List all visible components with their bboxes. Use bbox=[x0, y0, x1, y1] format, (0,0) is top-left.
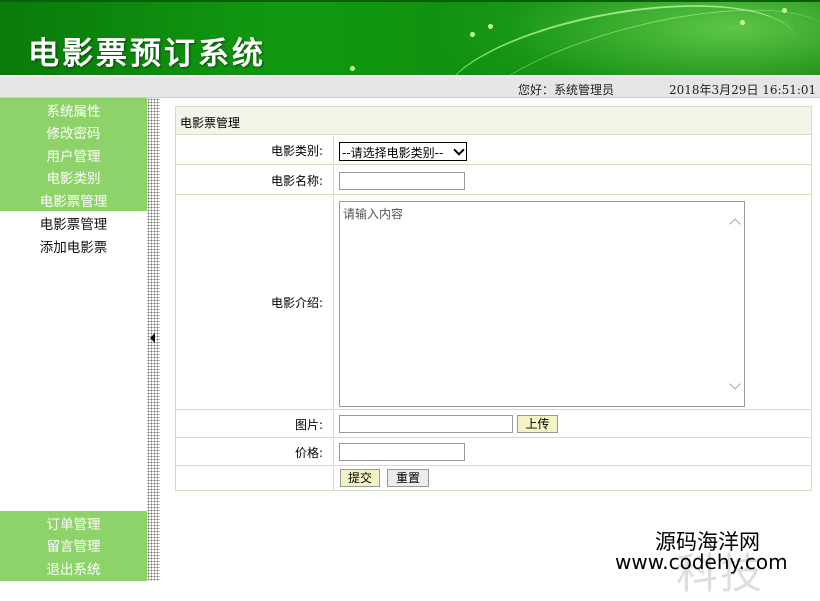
image-label: 图片: bbox=[176, 411, 334, 437]
price-input[interactable] bbox=[339, 443, 465, 461]
app-title: 电影票预订系统 bbox=[28, 36, 266, 72]
form-row-category: 电影类别: --请选择电影类别-- bbox=[176, 136, 811, 165]
scroll-down-icon[interactable] bbox=[729, 378, 741, 390]
header-sparkle-icon bbox=[350, 66, 355, 71]
sidebar-subitem-ticket-management[interactable]: 电影票管理 bbox=[0, 213, 147, 233]
form-row-image: 图片: 上传 bbox=[176, 411, 811, 438]
sidebar-item-ticket-management[interactable]: 电影票管理 bbox=[0, 190, 147, 210]
scroll-up-icon[interactable] bbox=[729, 218, 741, 230]
current-datetime: 2018年3月29日 16:51:01 bbox=[669, 83, 817, 97]
sidebar-item-order-management[interactable]: 订单管理 bbox=[0, 513, 147, 533]
form-row-actions: 提交 重置 bbox=[176, 467, 811, 491]
category-select[interactable]: --请选择电影类别-- bbox=[339, 142, 467, 161]
sidebar-item-change-password[interactable]: 修改密码 bbox=[0, 122, 147, 142]
watermark-site-url: www.codehy.com bbox=[615, 550, 788, 574]
name-input[interactable] bbox=[339, 172, 465, 190]
intro-placeholder: 请输入内容 bbox=[343, 207, 404, 221]
form-row-price: 价格: bbox=[176, 439, 811, 466]
sidebar-subitem-add-ticket[interactable]: 添加电影票 bbox=[0, 236, 147, 256]
form-row-name: 电影名称: bbox=[176, 166, 811, 195]
sidebar-item-logout[interactable]: 退出系统 bbox=[0, 558, 147, 578]
category-label: 电影类别: bbox=[176, 136, 334, 164]
category-select-value: --请选择电影类别-- bbox=[342, 146, 444, 160]
image-path-input[interactable] bbox=[339, 415, 513, 433]
intro-label: 电影介绍: bbox=[176, 196, 334, 409]
header-sparkle-icon bbox=[470, 32, 475, 37]
sidebar-item-system-properties[interactable]: 系统属性 bbox=[0, 100, 147, 120]
intro-textarea[interactable]: 请输入内容 bbox=[339, 201, 745, 407]
ticket-form-panel: 电影票管理 电影类别: --请选择电影类别-- 电影名称: 电影介绍: 请输入内… bbox=[175, 106, 812, 491]
info-bar: 您好：系统管理员 2018年3月29日 16:51:01 bbox=[0, 77, 820, 98]
form-row-intro: 电影介绍: 请输入内容 bbox=[176, 196, 811, 410]
sidebar-top-menu: 系统属性 修改密码 用户管理 电影类别 电影票管理 bbox=[0, 98, 147, 211]
app-header: 电影票预订系统 bbox=[0, 0, 820, 75]
chevron-down-icon bbox=[453, 144, 465, 156]
submit-button[interactable]: 提交 bbox=[340, 469, 380, 487]
header-sparkle-icon bbox=[740, 20, 745, 25]
collapse-arrow-icon[interactable] bbox=[150, 333, 155, 343]
panel-title: 电影票管理 bbox=[176, 107, 811, 135]
actions-label-cell bbox=[176, 467, 334, 491]
sidebar-item-user-management[interactable]: 用户管理 bbox=[0, 145, 147, 165]
reset-button[interactable]: 重置 bbox=[387, 469, 429, 487]
sidebar-item-message-management[interactable]: 留言管理 bbox=[0, 535, 147, 555]
upload-button[interactable]: 上传 bbox=[517, 415, 558, 433]
header-sparkle-icon bbox=[782, 8, 787, 13]
sidebar: 系统属性 修改密码 用户管理 电影类别 电影票管理 电影票管理 添加电影票 订单… bbox=[0, 98, 147, 581]
sidebar-bottom-menu: 订单管理 留言管理 退出系统 bbox=[0, 511, 147, 581]
name-label: 电影名称: bbox=[176, 166, 334, 194]
user-greeting: 您好：系统管理员 bbox=[518, 83, 615, 97]
sidebar-item-movie-category[interactable]: 电影类别 bbox=[0, 167, 147, 187]
header-sparkle-icon bbox=[488, 24, 493, 29]
price-label: 价格: bbox=[176, 439, 334, 465]
